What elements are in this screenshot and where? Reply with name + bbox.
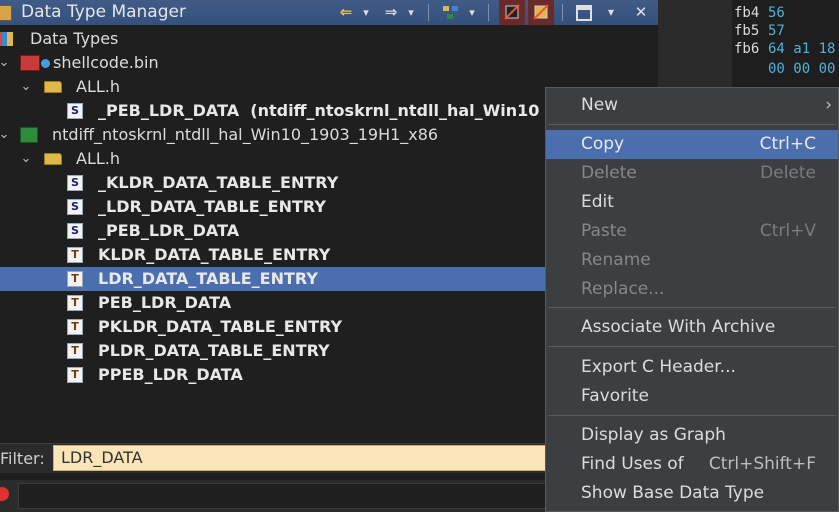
archive-dropdown-icon[interactable]: ▾ [466,0,478,25]
filter-arrays-icon[interactable] [499,0,525,25]
menu-item-export-c-header[interactable]: Export C Header... [546,353,838,382]
menu-item-show-base-data-type[interactable]: Show Base Data Type [546,479,838,508]
tree-item-label: PLDR_DATA_TABLE_ENTRY [98,341,330,360]
menu-separator [548,415,836,416]
menu-item-edit[interactable]: Edit [546,188,838,217]
filter-label: Filter: [0,449,45,468]
structure-icon: S [67,103,83,119]
archive-tree-icon[interactable] [440,0,462,25]
panel-menu-dropdown-icon[interactable]: ▾ [603,0,619,25]
menu-item-delete[interactable]: Delete Delete [546,159,838,188]
tree-item-label: PKLDR_DATA_TABLE_ENTRY [98,317,343,336]
chevron-down-icon[interactable]: ⌄ [0,123,10,147]
menu-item-replace[interactable]: Replace... [546,275,838,304]
tree-folder-label: ALL.h [76,149,120,168]
chevron-down-icon[interactable]: ⌄ [20,147,32,171]
menu-item-favorite[interactable]: Favorite [546,382,838,411]
chevron-down-icon[interactable]: ⌄ [20,75,32,99]
panel-title: Data Type Manager [21,2,186,22]
context-menu: New › Copy Ctrl+C Delete Delete Edit Pas… [545,87,839,512]
structure-icon: S [67,223,83,239]
panel-titlebar: Data Type Manager ⇐ ▾ ⇒ ▾ ▾ ▾ ✕ [0,0,658,25]
menu-item-paste[interactable]: Paste Ctrl+V [546,217,838,246]
listing-address[interactable]: fb5 [734,23,759,39]
listing-bytes[interactable]: 57 [768,23,785,39]
data-type-archive-icon [20,127,38,143]
error-icon [0,487,9,501]
toolbar-separator [488,4,489,21]
chevron-down-icon[interactable]: ⌄ [0,51,10,75]
filter-pointers-icon[interactable] [528,0,554,25]
listing-address[interactable]: fb6 [734,41,759,57]
close-icon[interactable]: ✕ [630,0,652,25]
console-input[interactable] [18,483,578,509]
tree-item-label: PPEB_LDR_DATA [98,365,243,384]
forward-arrow-icon[interactable]: ⇒ [380,0,402,25]
tree-item-label: _PEB_LDR_DATA [98,221,240,240]
data-type-manager-icon [0,5,12,21]
menu-separator [548,307,836,308]
data-types-icon [0,32,13,46]
menu-separator [548,124,836,125]
tree-item-label: _KLDR_DATA_TABLE_ENTRY [98,173,339,192]
tree-item-label: PEB_LDR_DATA [98,293,232,312]
structure-icon: S [67,175,83,191]
typedef-icon: T [67,247,83,263]
menu-item-find-uses-of[interactable]: Find Uses of Ctrl+Shift+F [546,450,838,479]
tree-root-data-types[interactable]: Data Types [0,27,658,51]
tree-item-label: _LDR_DATA_TABLE_ENTRY [98,197,326,216]
menu-item-new[interactable]: New › [546,91,838,120]
forward-dropdown-icon[interactable]: ▾ [405,0,417,25]
snapshot-icon[interactable] [572,0,596,25]
structure-icon: S [67,199,83,215]
program-archive-icon [20,55,40,71]
tree-item-label: KLDR_DATA_TABLE_ENTRY [98,245,331,264]
listing-bytes[interactable]: 64 a1 18 [768,41,835,57]
typedef-icon: T [67,319,83,335]
toolbar-separator [562,4,563,21]
tree-root-label: Data Types [30,29,119,48]
menu-item-associate-with-archive[interactable]: Associate With Archive [546,313,838,342]
tree-folder-label: ALL.h [76,77,120,96]
typedef-icon: T [67,367,83,383]
menu-item-display-as-graph[interactable]: Display as Graph [546,421,838,450]
listing-bytes[interactable]: 00 00 00 [768,61,835,77]
menu-item-copy[interactable]: Copy Ctrl+C [546,130,838,159]
typedef-icon: T [67,295,83,311]
typedef-icon: T [67,343,83,359]
tree-item-label: _PEB_LDR_DATA (ntdiff_ntoskrnl_ntdll_hal… [98,101,540,120]
back-arrow-icon[interactable]: ⇐ [335,0,357,25]
listing-bytes[interactable]: 56 [768,5,785,21]
folder-icon [44,153,62,165]
back-dropdown-icon[interactable]: ▾ [360,0,372,25]
listing-address[interactable]: fb4 [734,5,759,21]
typedef-icon: T [67,271,83,287]
menu-separator [548,346,836,347]
toolbar-separator [428,4,429,21]
filter-input[interactable]: LDR_DATA [53,445,573,471]
tree-archive-label: shellcode.bin [53,53,159,72]
tree-item-label: LDR_DATA_TABLE_ENTRY [98,269,318,288]
checked-in-icon [41,59,50,68]
menu-item-rename[interactable]: Rename [546,246,838,275]
tree-archive-label: ntdiff_ntoskrnl_ntdll_hal_Win10_1903_19H… [52,125,439,144]
folder-icon [44,81,62,93]
chevron-right-icon: › [825,95,832,115]
tree-archive-shellcode[interactable]: ⌄ shellcode.bin [0,51,658,75]
